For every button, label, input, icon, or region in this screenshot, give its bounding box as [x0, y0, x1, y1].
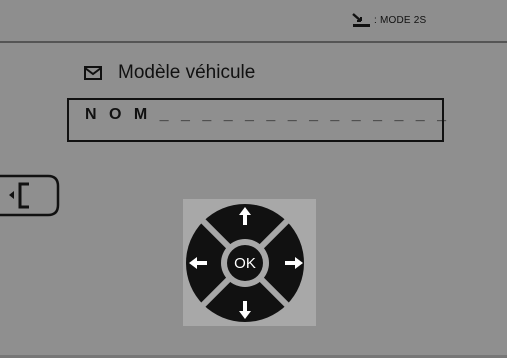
vehicle-name-value: N O M _ _ _ _ _ _ _ _ _ _ _ _ _ _: [85, 106, 451, 123]
ok-label: OK: [234, 254, 256, 272]
ok-button[interactable]: OK: [227, 245, 263, 281]
dpad-panel: OK: [183, 199, 316, 326]
top-status-bar: : MODE 2S: [0, 0, 507, 43]
page-title: Modèle véhicule: [118, 62, 256, 83]
back-bracket-icon: [0, 174, 60, 217]
mode-symbol-icon: [352, 13, 370, 27]
mode-indicator: : MODE 2S: [350, 11, 426, 29]
arrow-up-icon[interactable]: [235, 205, 255, 227]
back-button[interactable]: [0, 173, 62, 218]
screen-header: Modèle véhicule: [84, 62, 255, 84]
arrow-left-icon[interactable]: [187, 253, 209, 273]
arrow-down-icon[interactable]: [235, 299, 255, 321]
envelope-icon: [84, 66, 102, 80]
arrow-right-icon[interactable]: [283, 253, 305, 273]
mode-label: : MODE 2S: [374, 14, 427, 26]
vehicle-name-field[interactable]: N O M _ _ _ _ _ _ _ _ _ _ _ _ _ _: [67, 98, 446, 142]
